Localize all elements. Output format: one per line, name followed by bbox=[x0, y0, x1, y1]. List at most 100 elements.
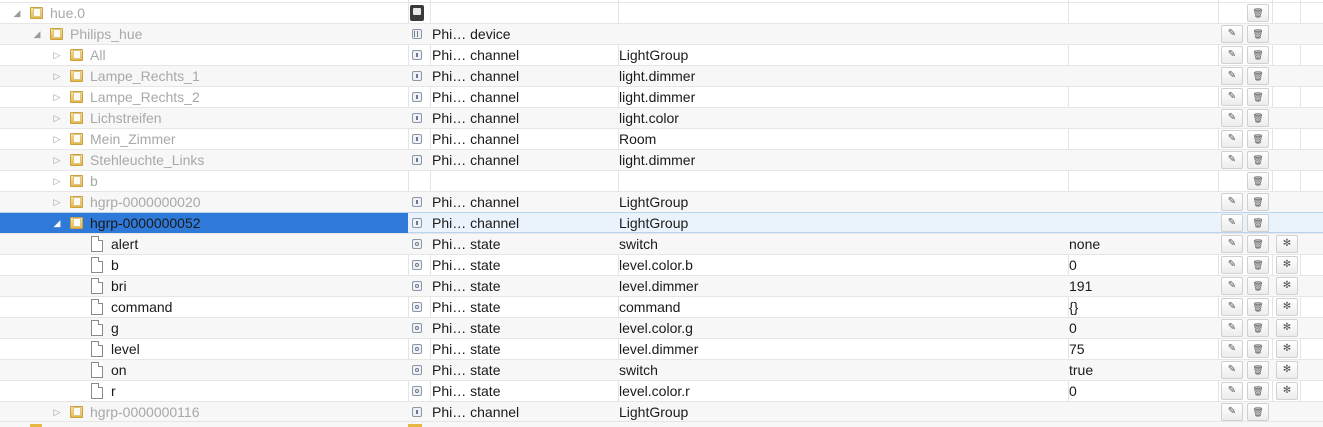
value-cell[interactable] bbox=[1068, 108, 1218, 128]
name-cell[interactable]: ◢ hgrp-0000000052 bbox=[0, 213, 408, 233]
delete-button[interactable]: 🗑 bbox=[1247, 172, 1269, 190]
edit-button[interactable]: ✎ bbox=[1221, 298, 1243, 316]
tree-row[interactable]: b Phi… state level.color.b 0 ✎ 🗑 ✻ bbox=[0, 254, 1323, 275]
tree-row[interactable]: ◢ hgrp-0000000052 Phi… channel LightGroup ✎ 🗑 bbox=[0, 212, 1323, 233]
tree-row[interactable]: level Phi… state level.dimmer 75 ✎ 🗑 ✻ bbox=[0, 338, 1323, 359]
value-cell[interactable]: none bbox=[1068, 234, 1218, 254]
settings-button[interactable]: ✻ bbox=[1276, 340, 1298, 358]
expand-toggle-collapsed-icon[interactable]: ▷ bbox=[52, 192, 62, 212]
edit-button[interactable]: ✎ bbox=[1221, 25, 1243, 43]
value-cell[interactable] bbox=[1068, 45, 1218, 65]
edit-button[interactable]: ✎ bbox=[1221, 256, 1243, 274]
delete-button[interactable]: 🗑 bbox=[1247, 130, 1269, 148]
settings-button[interactable]: ✻ bbox=[1276, 277, 1298, 295]
delete-button[interactable]: 🗑 bbox=[1247, 193, 1269, 211]
name-cell[interactable]: ▷ hgrp-0000000116 bbox=[0, 402, 408, 422]
tree-row[interactable]: r Phi… state level.color.r 0 ✎ 🗑 ✻ bbox=[0, 380, 1323, 401]
edit-button[interactable]: ✎ bbox=[1221, 382, 1243, 400]
expand-toggle-collapsed-icon[interactable]: ▷ bbox=[52, 402, 62, 422]
name-cell[interactable]: ◢ hue.0 bbox=[0, 3, 408, 23]
delete-button[interactable]: 🗑 bbox=[1247, 88, 1269, 106]
edit-button[interactable]: ✎ bbox=[1221, 340, 1243, 358]
value-cell[interactable] bbox=[1068, 213, 1218, 233]
edit-button[interactable]: ✎ bbox=[1221, 277, 1243, 295]
name-cell[interactable]: bri bbox=[0, 276, 408, 296]
name-cell[interactable]: alert bbox=[0, 234, 408, 254]
tree-row[interactable]: on Phi… state switch true ✎ 🗑 ✻ bbox=[0, 359, 1323, 380]
value-cell[interactable] bbox=[1068, 87, 1218, 107]
delete-button[interactable]: 🗑 bbox=[1247, 46, 1269, 64]
expand-toggle-collapsed-icon[interactable]: ▷ bbox=[52, 66, 62, 86]
value-cell[interactable] bbox=[1068, 150, 1218, 170]
settings-button[interactable]: ✻ bbox=[1276, 319, 1298, 337]
name-cell[interactable]: level bbox=[0, 339, 408, 359]
edit-button[interactable]: ✎ bbox=[1221, 130, 1243, 148]
delete-button[interactable]: 🗑 bbox=[1247, 382, 1269, 400]
delete-button[interactable]: 🗑 bbox=[1247, 151, 1269, 169]
tree-row[interactable]: ▷ Lampe_Rechts_2 Phi… channel light.dimmer ✎… bbox=[0, 86, 1323, 107]
value-cell[interactable]: true bbox=[1068, 360, 1218, 380]
value-cell[interactable]: 0 bbox=[1068, 381, 1218, 401]
name-cell[interactable]: on bbox=[0, 360, 408, 380]
expand-toggle-expanded-icon[interactable]: ◢ bbox=[52, 213, 62, 233]
value-cell[interactable]: 0 bbox=[1068, 318, 1218, 338]
value-cell[interactable] bbox=[1068, 129, 1218, 149]
value-cell[interactable] bbox=[1068, 3, 1218, 23]
tree-row[interactable]: ▷ hgrp-0000000020 Phi… channel LightGroup ✎ 🗑 bbox=[0, 191, 1323, 212]
edit-button[interactable]: ✎ bbox=[1221, 46, 1243, 64]
edit-button[interactable]: ✎ bbox=[1221, 361, 1243, 379]
delete-button[interactable]: 🗑 bbox=[1247, 277, 1269, 295]
tree-row[interactable]: ◢ hue.0 🗑 bbox=[0, 2, 1323, 23]
value-cell[interactable] bbox=[1068, 192, 1218, 212]
tree-row[interactable]: ▷ hgrp-0000000116 Phi… channel LightGroup ✎ 🗑 bbox=[0, 401, 1323, 422]
tree-row[interactable]: g Phi… state level.color.g 0 ✎ 🗑 ✻ bbox=[0, 317, 1323, 338]
edit-button[interactable]: ✎ bbox=[1221, 214, 1243, 232]
tree-row[interactable]: command Phi… state command {} ✎ 🗑 ✻ bbox=[0, 296, 1323, 317]
expand-toggle-collapsed-icon[interactable]: ▷ bbox=[52, 108, 62, 128]
delete-button[interactable]: 🗑 bbox=[1247, 235, 1269, 253]
expand-toggle-collapsed-icon[interactable]: ▷ bbox=[52, 150, 62, 170]
edit-button[interactable]: ✎ bbox=[1221, 319, 1243, 337]
delete-button[interactable]: 🗑 bbox=[1247, 319, 1269, 337]
delete-button[interactable]: 🗑 bbox=[1247, 25, 1269, 43]
expand-toggle-expanded-icon[interactable]: ◢ bbox=[32, 24, 42, 44]
expand-toggle-expanded-icon[interactable]: ◢ bbox=[12, 3, 22, 23]
value-cell[interactable]: 75 bbox=[1068, 339, 1218, 359]
settings-button[interactable]: ✻ bbox=[1276, 361, 1298, 379]
name-cell[interactable]: ▷ b bbox=[0, 171, 408, 191]
value-cell[interactable] bbox=[1068, 24, 1218, 44]
tree-row[interactable]: alert Phi… state switch none ✎ 🗑 ✻ bbox=[0, 233, 1323, 254]
edit-button[interactable]: ✎ bbox=[1221, 193, 1243, 211]
value-cell[interactable]: {} bbox=[1068, 297, 1218, 317]
settings-button[interactable]: ✻ bbox=[1276, 298, 1298, 316]
tree-row[interactable]: ▷ All Phi… channel LightGroup ✎ 🗑 bbox=[0, 44, 1323, 65]
value-cell[interactable] bbox=[1068, 66, 1218, 86]
expand-toggle-collapsed-icon[interactable]: ▷ bbox=[52, 129, 62, 149]
delete-button[interactable]: 🗑 bbox=[1247, 67, 1269, 85]
expand-toggle-collapsed-icon[interactable]: ▷ bbox=[52, 45, 62, 65]
tree-row[interactable]: ▷ Lampe_Rechts_1 Phi… channel light.dimmer ✎… bbox=[0, 65, 1323, 86]
delete-button[interactable]: 🗑 bbox=[1247, 109, 1269, 127]
delete-button[interactable]: 🗑 bbox=[1247, 403, 1269, 421]
edit-button[interactable]: ✎ bbox=[1221, 235, 1243, 253]
name-cell[interactable]: command bbox=[0, 297, 408, 317]
edit-button[interactable]: ✎ bbox=[1221, 109, 1243, 127]
edit-button[interactable]: ✎ bbox=[1221, 67, 1243, 85]
settings-button[interactable]: ✻ bbox=[1276, 382, 1298, 400]
name-cell[interactable]: ▷ Mein_Zimmer bbox=[0, 129, 408, 149]
name-cell[interactable]: ▷ All bbox=[0, 45, 408, 65]
name-cell[interactable]: ▷ Lampe_Rechts_1 bbox=[0, 66, 408, 86]
tree-row[interactable]: ▷ b 🗑 bbox=[0, 170, 1323, 191]
tree-row[interactable]: ▷ Stehleuchte_Links Phi… channel light.dimm… bbox=[0, 149, 1323, 170]
edit-button[interactable]: ✎ bbox=[1221, 88, 1243, 106]
settings-button[interactable]: ✻ bbox=[1276, 256, 1298, 274]
tree-row[interactable]: ▷ Lichstreifen Phi… channel light.color ✎ 🗑 bbox=[0, 107, 1323, 128]
settings-button[interactable]: ✻ bbox=[1276, 235, 1298, 253]
name-cell[interactable]: ▷ Lichstreifen bbox=[0, 108, 408, 128]
name-cell[interactable]: ▷ hgrp-0000000020 bbox=[0, 192, 408, 212]
value-cell[interactable] bbox=[1068, 171, 1218, 191]
name-cell[interactable]: b bbox=[0, 255, 408, 275]
delete-button[interactable]: 🗑 bbox=[1247, 214, 1269, 232]
tree-row[interactable]: ▷ Mein_Zimmer Phi… channel Room ✎ 🗑 bbox=[0, 128, 1323, 149]
delete-button[interactable]: 🗑 bbox=[1247, 4, 1269, 22]
